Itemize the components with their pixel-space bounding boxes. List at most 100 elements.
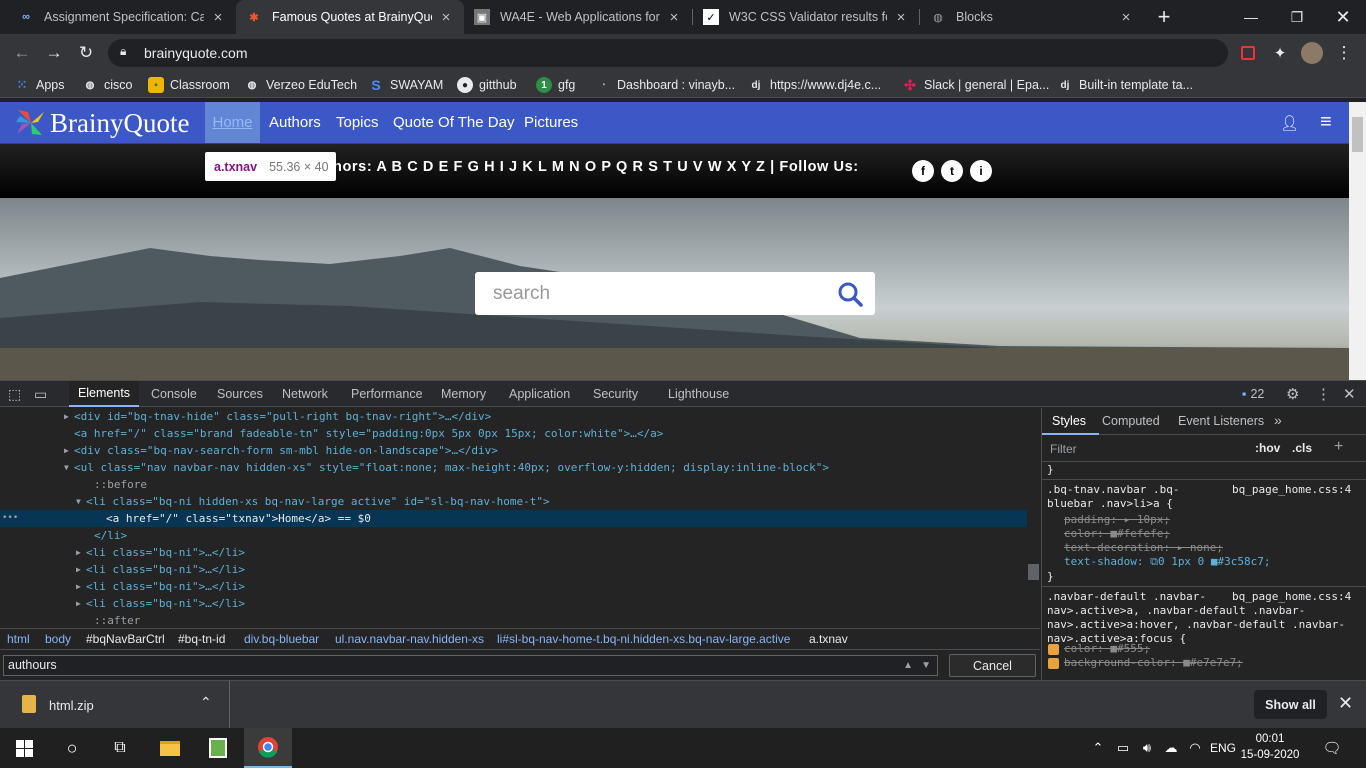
close-downloads-icon[interactable]: ✕	[1338, 693, 1353, 714]
bookmark-dashboard[interactable]: ◔ Dashboard : vinayb...	[595, 75, 735, 95]
tab-memory[interactable]: Memory	[441, 381, 486, 407]
tab-network[interactable]: Network	[282, 381, 328, 407]
page-scrollbar[interactable]	[1349, 102, 1366, 380]
twitter-icon[interactable]: t	[941, 160, 963, 182]
volume-icon[interactable]: 🔊︎	[1136, 728, 1158, 768]
breadcrumb-item[interactable]: li#sl-bq-nav-home-t.bq-ni.hidden-xs.bq-n…	[497, 632, 790, 646]
scrollbar-thumb[interactable]	[1028, 564, 1039, 580]
find-next-icon[interactable]: ▼	[921, 656, 931, 675]
breadcrumb-item[interactable]: ul.nav.navbar-nav.hidden-xs	[335, 632, 484, 646]
new-rule-icon[interactable]: +	[1334, 438, 1343, 456]
bookmark-slack[interactable]: ✣ Slack | general | Epa...	[902, 75, 1049, 95]
address-bar[interactable]: 🔒︎ brainyquote.com	[108, 39, 1228, 67]
close-tab-icon[interactable]: ×	[438, 9, 454, 26]
notepad-icon[interactable]	[194, 728, 242, 768]
brainyquote-logo[interactable]: BrainyQuote	[14, 107, 189, 139]
minimize-icon[interactable]: —	[1228, 0, 1274, 34]
settings-gear-icon[interactable]: ⚙	[1286, 381, 1299, 407]
tab-styles[interactable]: Styles	[1052, 414, 1086, 428]
expand-arrow-icon[interactable]: ▶	[76, 561, 81, 578]
tab-performance[interactable]: Performance	[351, 381, 423, 407]
css-prop[interactable]: text-decoration: ▸ none;	[1064, 541, 1223, 555]
tab-elements[interactable]: Elements	[69, 381, 139, 407]
bookmark-gfg[interactable]: 1 gfg	[536, 75, 575, 95]
file-explorer-icon[interactable]	[146, 728, 194, 768]
bookmark-swayam[interactable]: S SWAYAM	[368, 75, 443, 95]
profile-avatar[interactable]	[1298, 39, 1326, 67]
tab-wa4e[interactable]: ▣ WA4E - Web Applications for E ×	[464, 0, 692, 34]
nav-pictures[interactable]: Pictures	[524, 102, 578, 143]
find-prev-icon[interactable]: ▲	[903, 656, 913, 675]
chrome-taskbar-icon[interactable]	[244, 728, 292, 768]
breadcrumb-item[interactable]: #bqNavBarCtrl	[86, 632, 165, 646]
search-icon[interactable]	[837, 281, 863, 307]
expand-arrow-icon[interactable]: ▶	[64, 442, 69, 459]
more-tabs-icon[interactable]: »	[1274, 412, 1282, 428]
show-all-button[interactable]: Show all	[1254, 690, 1327, 719]
bookmark-apps[interactable]: ⁙ Apps	[14, 75, 65, 95]
tab-application[interactable]: Application	[509, 381, 570, 407]
tab-lighthouse[interactable]: Lighthouse	[668, 381, 729, 407]
bookmark-cisco[interactable]: ◍ cisco	[82, 75, 133, 95]
tab-console[interactable]: Console	[151, 381, 197, 407]
css-prop[interactable]: color: ■#555;	[1064, 642, 1150, 656]
close-tab-icon[interactable]: ×	[1118, 9, 1134, 26]
css-prop[interactable]: text-shadow: ⧉0 1px 0 ■#3c58c7;	[1064, 555, 1271, 569]
bookmark-dj4e[interactable]: dj https://www.dj4e.c...	[748, 75, 882, 95]
close-tab-icon[interactable]: ×	[210, 9, 226, 26]
new-tab-button[interactable]: +	[1142, 0, 1186, 34]
inspect-element-icon[interactable]: ⬚	[8, 381, 26, 407]
close-devtools-icon[interactable]: ✕	[1343, 381, 1356, 407]
device-toolbar-icon[interactable]: ▭	[34, 381, 52, 407]
css-rule-1-source[interactable]: bq_page_home.css:4	[1232, 483, 1351, 497]
facebook-icon[interactable]: f	[912, 160, 934, 182]
css-prop[interactable]: background-color: ■#e7e7e7;	[1064, 656, 1243, 670]
checkbox-icon[interactable]	[1048, 658, 1059, 669]
instagram-icon[interactable]: i	[970, 160, 992, 182]
expand-arrow-icon[interactable]: ▶	[76, 544, 81, 561]
forward-icon[interactable]: →	[40, 39, 68, 67]
tray-chevron-icon[interactable]: ⌃	[1088, 728, 1108, 768]
breadcrumb-item[interactable]: body	[45, 632, 71, 646]
cls-toggle[interactable]: .cls	[1292, 441, 1312, 455]
az-letters[interactable]: A B C D E F G H I J K L M N O P Q R S T …	[376, 159, 765, 175]
nav-quote-of-the-day[interactable]: Quote Of The Day	[393, 102, 514, 143]
node-options-icon[interactable]: •••	[2, 510, 18, 527]
cancel-search-button[interactable]: Cancel	[949, 654, 1036, 677]
onedrive-cloud-icon[interactable]: ☁	[1160, 728, 1182, 768]
tab-assignment[interactable]: ∞ Assignment Specification: Casc ×	[8, 0, 236, 34]
extensions-puzzle-icon[interactable]: ✦	[1266, 39, 1294, 67]
download-item[interactable]: html.zip ⌃	[10, 681, 230, 729]
scrollbar-thumb[interactable]	[1352, 117, 1363, 152]
extension-icon[interactable]	[1234, 39, 1262, 67]
search-circle-icon[interactable]: ○	[48, 728, 96, 768]
tab-w3c[interactable]: ✓ W3C CSS Validator results for T ×	[693, 0, 919, 34]
expand-arrow-icon[interactable]: ▶	[76, 578, 81, 595]
issues-counter[interactable]: ▪ 22	[1242, 381, 1264, 407]
tab-sources[interactable]: Sources	[217, 381, 263, 407]
user-icon[interactable]: 👤︎	[1280, 102, 1299, 143]
bookmark-github[interactable]: ● gitthub	[457, 75, 517, 95]
close-window-icon[interactable]: ✕	[1320, 0, 1366, 34]
css-prop[interactable]: padding: ▸ 10px;	[1064, 513, 1170, 527]
bookmark-classroom[interactable]: ▪ Classroom	[148, 75, 230, 95]
expand-arrow-icon[interactable]: ▼	[64, 459, 69, 476]
dom-node-selected[interactable]: ••• <a href="/" class="txnav">Home</a> ==…	[0, 510, 1027, 527]
clock[interactable]: 00:01 15-09-2020	[1240, 731, 1300, 765]
bookmark-builtin-template[interactable]: dj Built-in template ta...	[1057, 75, 1193, 95]
back-icon[interactable]: ←	[8, 39, 36, 67]
expand-arrow-icon[interactable]: ▼	[76, 493, 81, 510]
styles-filter-input[interactable]: Filter	[1050, 442, 1077, 456]
nav-topics[interactable]: Topics	[336, 102, 379, 143]
menu-kebab-icon[interactable]: ⋮	[1330, 39, 1358, 67]
breadcrumb-item[interactable]: html	[7, 632, 30, 646]
reload-icon[interactable]: ↻	[72, 39, 100, 67]
maximize-icon[interactable]: ❐	[1274, 0, 1320, 34]
bookmark-verzeo[interactable]: ◍ Verzeo EduTech	[244, 75, 357, 95]
notification-icon[interactable]: 🗨︎	[1312, 728, 1352, 768]
wifi-icon[interactable]: ◠	[1184, 728, 1206, 768]
tab-brainyquote[interactable]: ✱ Famous Quotes at BrainyQuote ×	[236, 0, 464, 34]
expand-arrow-icon[interactable]: ▶	[64, 408, 69, 425]
tab-event-listeners[interactable]: Event Listeners	[1178, 414, 1264, 428]
hov-toggle[interactable]: :hov	[1255, 441, 1280, 455]
